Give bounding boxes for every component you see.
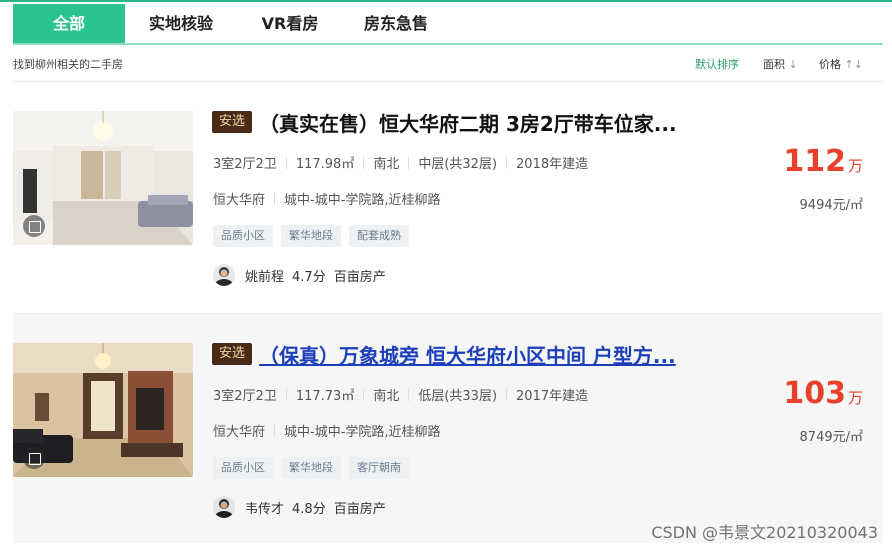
agent-name[interactable]: 姚前程 [245,266,284,285]
price-unit: 万 [847,157,863,175]
feature-tags: 品质小区 繁华地段 客厅朝南 [213,457,409,479]
total-price: 103 万 [783,376,863,411]
feature-tags: 品质小区 繁华地段 配套成熟 [213,225,409,247]
price-number: 112 [783,144,846,179]
agent-row: 韦传才 4.8分 百亩房产 [213,495,386,519]
sort-price-label: 价格 [819,58,841,71]
unit-price: 8749元/㎡ [799,430,863,445]
community-row: 恒大华府 城中-城中-学院路,近桂柳路 [213,189,441,208]
listing-card[interactable]: 安选 （真实在售）恒大华府二期 3房2厅带车位家... 3室2厅2卫 117.98… [13,82,883,312]
community-row: 恒大华府 城中-城中-学院路,近桂柳路 [213,421,441,440]
csdn-watermark: CSDN @韦景文20210320043 [651,523,878,542]
layout-text: 3室2厅2卫 [213,157,277,172]
location-link[interactable]: 城中-城中-学院路,近桂柳路 [284,425,441,440]
tab-vr[interactable]: VR看房 [237,4,343,44]
agent-score: 4.8分 [292,501,326,517]
sort-price-button[interactable]: 价格 ↑↓ [819,56,863,72]
listing-title[interactable]: （真实在售）恒大华府二期 3房2厅带车位家... [259,111,759,137]
agent-company: 百亩房产 [333,501,386,517]
arrow-updown-icon: ↑↓ [844,58,863,71]
total-price: 112 万 [783,144,863,179]
top-accent-line [0,0,892,2]
listing-photo[interactable] [13,343,193,477]
sort-area-label: 面积 [763,58,785,71]
community-link[interactable]: 恒大华府 [213,193,265,208]
filter-row: 找到柳州相关的二手房 默认排序 面积 ↓ 价格 ↑↓ [13,56,883,72]
agent-name[interactable]: 韦传才 [245,498,284,517]
price-unit: 万 [847,389,863,407]
orientation-text: 南北 [373,157,400,172]
result-count-text: 找到柳州相关的二手房 [13,58,123,71]
anxuan-badge: 安选 [212,111,252,133]
feature-tag: 客厅朝南 [349,457,409,479]
tab-bar: 全部 实地核验 VR看房 房东急售 [13,4,883,44]
built-year-text: 2018年建造 [516,157,589,172]
agent-avatar[interactable] [213,496,235,518]
listing-attributes: 3室2厅2卫 117.73㎡ 南北 低层(共33层) 2017年建造 [213,385,588,404]
vr-icon[interactable] [23,215,45,237]
tab-verified[interactable]: 实地核验 [125,4,237,44]
feature-tag: 繁华地段 [281,457,341,479]
listing-card[interactable]: 安选 （保真）万象城旁 恒大华府小区中间 户型方... 3室2厅2卫 117.73… [13,313,883,543]
listing-attributes: 3室2厅2卫 117.98㎡ 南北 中层(共32层) 2018年建造 [213,153,588,172]
listing-title[interactable]: （保真）万象城旁 恒大华府小区中间 户型方... [259,343,759,369]
tab-underline [13,43,883,45]
vr-icon[interactable] [23,447,45,469]
tab-all[interactable]: 全部 [13,4,125,44]
built-year-text: 2017年建造 [516,389,589,404]
area-text: 117.98㎡ [295,157,355,172]
agent-row: 姚前程 4.7分 百亩房产 [213,263,386,287]
feature-tag: 配套成熟 [349,225,409,247]
layout-text: 3室2厅2卫 [213,389,277,404]
sort-area-button[interactable]: 面积 ↓ [763,56,798,72]
tab-urgent-sale[interactable]: 房东急售 [343,4,449,44]
anxuan-badge: 安选 [212,343,252,365]
feature-tag: 品质小区 [213,457,273,479]
agent-company: 百亩房产 [333,269,386,285]
agent-score: 4.7分 [292,269,326,285]
area-text: 117.73㎡ [295,389,355,404]
unit-price: 9494元/㎡ [799,198,863,213]
floor-text: 中层(共32层) [418,157,498,172]
orientation-text: 南北 [373,389,400,404]
feature-tag: 品质小区 [213,225,273,247]
location-link[interactable]: 城中-城中-学院路,近桂柳路 [284,193,441,208]
agent-avatar[interactable] [213,264,235,286]
floor-text: 低层(共33层) [418,389,498,404]
community-link[interactable]: 恒大华府 [213,425,265,440]
sort-default-button[interactable]: 默认排序 [695,56,739,72]
feature-tag: 繁华地段 [281,225,341,247]
listing-photo[interactable] [13,111,193,245]
price-number: 103 [783,376,846,411]
arrow-down-icon: ↓ [788,58,798,71]
